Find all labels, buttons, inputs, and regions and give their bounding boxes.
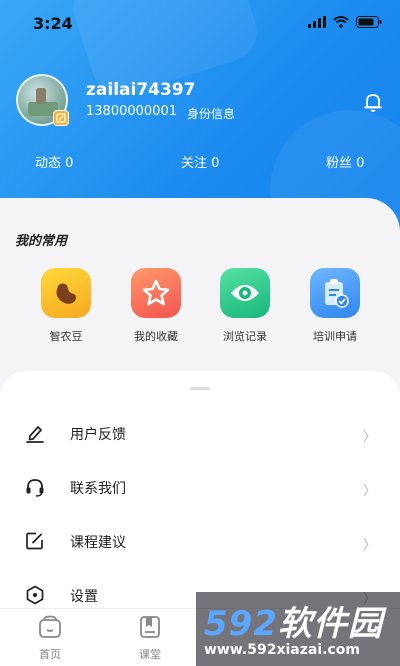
pencil-icon [26,426,44,443]
menu-item-contact[interactable]: 联系我们 〉 [0,461,400,515]
chevron-right-icon: 〉 [362,538,376,553]
tab-home[interactable]: 首页 [20,615,80,662]
bell-icon[interactable] [362,91,384,113]
site-watermark: 592软件园 www.592xiazai.com [196,592,400,666]
status-bar: 3:24 [0,0,400,46]
menu-sheet: 用户反馈 〉 联系我们 〉 课程建议 〉 设置 〉 [0,371,400,611]
edit-square-icon [26,532,43,550]
tab-label: 课堂 [139,648,161,661]
shortcut-history[interactable]: 浏览记录 [205,268,285,344]
shortcut-label: 智农豆 [49,330,83,343]
clipboard-check-icon [310,268,360,318]
watermark-url: www.592xiazai.com [204,642,360,658]
chevron-right-icon: 〉 [362,484,376,499]
shortcut-training-apply[interactable]: 培训申请 [295,268,375,344]
shortcut-favorites[interactable]: 我的收藏 [116,268,196,344]
menu-label: 课程建议 [70,535,126,551]
menu-item-feedback[interactable]: 用户反馈 〉 [0,407,400,461]
shortcut-label: 我的收藏 [134,330,178,343]
stat-following[interactable]: 关注 0 [181,152,219,171]
menu-label: 用户反馈 [70,427,126,443]
watermark-number: 592 [204,604,278,644]
id-info-link[interactable]: 身份信息 [187,105,235,122]
signal-icon [308,16,326,28]
phone-number: 13800000001 [86,104,177,119]
status-icons [308,16,382,28]
shortcut-label: 培训申请 [313,330,357,343]
tab-classroom[interactable]: 课堂 [120,615,180,662]
headset-icon [26,479,44,497]
sheet-handle[interactable] [190,387,210,390]
eye-icon [220,268,270,318]
username: zailai74397 [86,80,196,100]
watermark-text: 软件园 [277,604,383,644]
classroom-icon [140,616,160,638]
shortcut-label: 浏览记录 [223,330,267,343]
common-section: 我的常用 智农豆 我的收藏 浏览记录 培训申请 [0,198,400,378]
home-icon [39,615,61,638]
menu-item-course-suggestion[interactable]: 课程建议 〉 [0,515,400,569]
chevron-right-icon: 〉 [362,430,376,445]
star-icon [131,268,181,318]
battery-icon [356,16,382,28]
watermark-logo: 592软件园 [204,596,383,645]
menu-label: 联系我们 [70,481,126,497]
section-title: 我的常用 [15,234,68,249]
tab-label: 首页 [39,648,61,661]
settings-hexagon-icon [26,585,44,605]
stat-followers[interactable]: 粉丝 0 [326,152,364,171]
status-time: 3:24 [33,14,73,33]
wifi-icon [333,16,349,28]
bean-icon [41,268,91,318]
edit-avatar-icon[interactable] [53,110,69,126]
stat-posts[interactable]: 动态 0 [35,152,73,171]
menu-label: 设置 [70,589,98,605]
shortcut-zhinongdou[interactable]: 智农豆 [26,268,106,344]
